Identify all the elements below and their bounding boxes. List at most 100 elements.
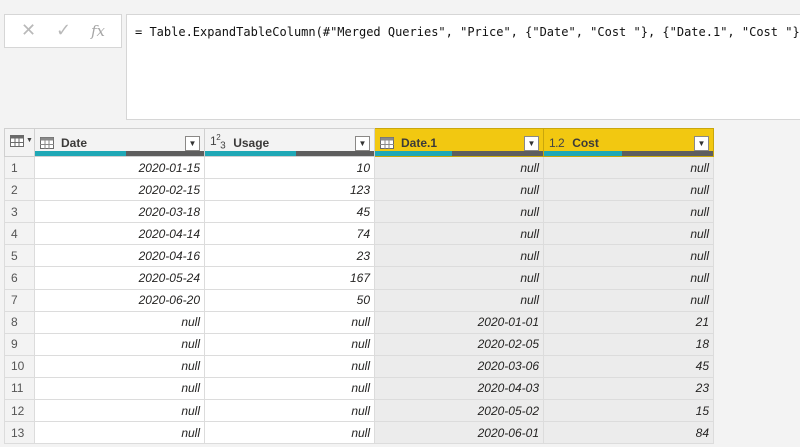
row-number[interactable]: 1 [4, 155, 35, 180]
fx-icon[interactable]: fx [91, 22, 105, 40]
row-number[interactable]: 2 [4, 178, 35, 202]
table-cell-cost[interactable]: null [543, 155, 714, 180]
table-cell-date[interactable]: null [34, 421, 205, 445]
table-cell-usage[interactable]: 167 [204, 266, 375, 290]
row-number[interactable]: 10 [4, 354, 35, 378]
table-cell-date1[interactable]: 2020-01-01 [374, 310, 544, 334]
table-cell-usage[interactable]: 123 [204, 178, 375, 202]
table-cell-usage[interactable]: null [204, 310, 375, 334]
column-header-label: Date.1 [401, 135, 438, 150]
table-cell-cost[interactable]: null [543, 244, 714, 268]
table-row[interactable]: 4 2020-04-14 74 null null [4, 222, 714, 246]
quality-null-segment [452, 151, 543, 156]
table-cell-usage[interactable]: 23 [204, 244, 375, 268]
table-cell-date[interactable]: 2020-04-16 [34, 244, 205, 268]
table-cell-usage[interactable]: null [204, 399, 375, 423]
table-cell-date[interactable]: null [34, 376, 205, 401]
row-number[interactable]: 12 [4, 399, 35, 423]
row-number[interactable]: 9 [4, 332, 35, 356]
table-cell-date[interactable]: 2020-03-18 [34, 200, 205, 224]
table-cell-cost[interactable]: null [543, 200, 714, 224]
table-cell-cost[interactable]: null [543, 288, 714, 312]
row-number[interactable]: 8 [4, 310, 35, 334]
column-header-date[interactable]: Date ▼ [34, 128, 205, 157]
table-cell-cost[interactable]: 84 [543, 421, 714, 445]
table-row[interactable]: 9 null null 2020-02-05 18 [4, 332, 714, 356]
table-cell-date1[interactable]: 2020-06-01 [374, 421, 544, 445]
table-row[interactable]: 11 null null 2020-04-03 23 [4, 376, 714, 401]
table-row[interactable]: 1 2020-01-15 10 null null [4, 155, 714, 180]
row-number[interactable]: 13 [4, 421, 35, 445]
row-number[interactable]: 3 [4, 200, 35, 224]
table-row[interactable]: 7 2020-06-20 50 null null [4, 288, 714, 312]
filter-dropdown-icon[interactable]: ▼ [185, 135, 200, 151]
table-cell-usage[interactable]: 50 [204, 288, 375, 312]
table-cell-cost[interactable]: 23 [543, 376, 714, 401]
table-cell-date1[interactable]: null [374, 288, 544, 312]
filter-dropdown-icon[interactable]: ▼ [524, 135, 539, 151]
table-row[interactable]: 3 2020-03-18 45 null null [4, 200, 714, 224]
filter-dropdown-icon[interactable]: ▼ [355, 135, 370, 151]
whole-number-icon[interactable]: 123 [210, 133, 226, 151]
table-cell-cost[interactable]: 21 [543, 310, 714, 334]
table-cell-cost[interactable]: null [543, 266, 714, 290]
table-row[interactable]: 13 null null 2020-06-01 84 [4, 421, 714, 445]
table-cell-date1[interactable]: null [374, 155, 544, 180]
table-cell-cost[interactable]: 15 [543, 399, 714, 423]
table-row[interactable]: 6 2020-05-24 167 null null [4, 266, 714, 290]
table-icon [10, 135, 24, 147]
table-cell-cost[interactable]: null [543, 222, 714, 246]
table-cell-usage[interactable]: null [204, 354, 375, 378]
column-header-usage[interactable]: 123 Usage ▼ [204, 128, 375, 157]
table-cell-date1[interactable]: 2020-04-03 [374, 376, 544, 401]
table-cell-date[interactable]: 2020-01-15 [34, 155, 205, 180]
confirm-icon[interactable]: ✓ [56, 22, 71, 40]
table-cell-date1[interactable]: null [374, 266, 544, 290]
table-cell-usage[interactable]: null [204, 376, 375, 401]
column-quality-bar [35, 151, 204, 156]
table-cell-cost[interactable]: 18 [543, 332, 714, 356]
table-cell-date[interactable]: null [34, 310, 205, 334]
filter-dropdown-icon[interactable]: ▼ [694, 135, 709, 151]
row-number[interactable]: 7 [4, 288, 35, 312]
table-cell-date[interactable]: 2020-04-14 [34, 222, 205, 246]
table-cell-date1[interactable]: null [374, 178, 544, 202]
table-cell-usage[interactable]: 45 [204, 200, 375, 224]
table-cell-date[interactable]: 2020-05-24 [34, 266, 205, 290]
table-row[interactable]: 8 null null 2020-01-01 21 [4, 310, 714, 334]
table-icon [380, 136, 394, 149]
table-cell-usage[interactable]: 74 [204, 222, 375, 246]
table-cell-date[interactable]: null [34, 354, 205, 378]
table-cell-usage[interactable]: null [204, 332, 375, 356]
row-number[interactable]: 5 [4, 244, 35, 268]
table-cell-date[interactable]: 2020-02-15 [34, 178, 205, 202]
table-row[interactable]: 2 2020-02-15 123 null null [4, 178, 714, 202]
data-grid: ▼ Date ▼ 123 Usage ▼ Date.1 ▼ 1.2 Cost ▼ 1 2020… [4, 128, 714, 445]
column-header-cost[interactable]: 1.2 Cost ▼ [543, 128, 714, 157]
table-menu-button[interactable]: ▼ [4, 128, 35, 157]
row-number[interactable]: 6 [4, 266, 35, 290]
table-cell-date1[interactable]: null [374, 200, 544, 224]
table-cell-date[interactable]: 2020-06-20 [34, 288, 205, 312]
table-cell-cost[interactable]: 45 [543, 354, 714, 378]
table-row[interactable]: 12 null null 2020-05-02 15 [4, 399, 714, 423]
table-cell-cost[interactable]: null [543, 178, 714, 202]
table-cell-date1[interactable]: null [374, 244, 544, 268]
column-header-date1[interactable]: Date.1 ▼ [374, 128, 544, 157]
table-cell-date1[interactable]: 2020-03-06 [374, 354, 544, 378]
row-number[interactable]: 11 [4, 376, 35, 401]
formula-input[interactable]: = Table.ExpandTableColumn(#"Merged Queri… [126, 14, 800, 120]
row-number[interactable]: 4 [4, 222, 35, 246]
table-cell-usage[interactable]: 10 [204, 155, 375, 180]
table-cell-date[interactable]: null [34, 332, 205, 356]
cancel-icon[interactable]: ✕ [21, 22, 36, 40]
table-cell-date1[interactable]: 2020-05-02 [374, 399, 544, 423]
table-row[interactable]: 10 null null 2020-03-06 45 [4, 354, 714, 378]
table-row[interactable]: 5 2020-04-16 23 null null [4, 244, 714, 268]
table-cell-date1[interactable]: 2020-02-05 [374, 332, 544, 356]
table-cell-usage[interactable]: null [204, 421, 375, 445]
decimal-icon[interactable]: 1.2 [549, 136, 565, 150]
table-cell-date1[interactable]: null [374, 222, 544, 246]
table-cell-date[interactable]: null [34, 399, 205, 423]
formula-text[interactable]: = Table.ExpandTableColumn(#"Merged Queri… [135, 25, 800, 39]
